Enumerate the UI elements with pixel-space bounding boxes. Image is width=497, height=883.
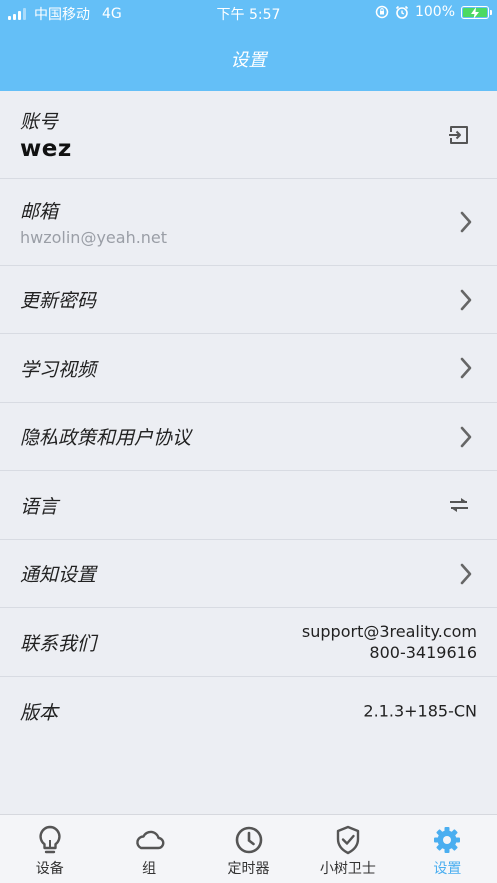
version-label: 版本 xyxy=(20,701,59,724)
cloud-icon xyxy=(136,830,165,850)
alarm-icon xyxy=(395,5,409,19)
email-label: 邮箱 xyxy=(20,201,59,223)
tab-timers[interactable]: 定时器 xyxy=(199,815,298,883)
clock-icon xyxy=(235,826,262,854)
update-password-row[interactable]: 更新密码 xyxy=(0,266,497,334)
status-bar: 中国移动 4G 下午 5:57 100% xyxy=(0,0,497,26)
header-bar: 中国移动 4G 下午 5:57 100% 设置 xyxy=(0,0,497,91)
learning-videos-row[interactable]: 学习视频 xyxy=(0,334,497,403)
chevron-right-icon xyxy=(460,289,472,310)
chevron-right-icon xyxy=(460,426,472,447)
language-label: 语言 xyxy=(20,495,59,518)
tab-guardian[interactable]: 小树卫士 xyxy=(298,815,397,883)
logout-icon[interactable] xyxy=(447,123,471,147)
tab-label: 小树卫士 xyxy=(319,861,376,877)
contact-details: support@3reality.com 800-3419616 xyxy=(302,621,477,663)
bottom-tab-bar: 设备 组 定时器 小树卫士 设置 xyxy=(0,814,497,883)
contact-us-row[interactable]: 联系我们 support@3reality.com 800-3419616 xyxy=(0,608,497,677)
tab-label: 设备 xyxy=(35,861,64,877)
chevron-right-icon xyxy=(460,357,472,379)
tab-label: 设置 xyxy=(433,861,462,877)
support-phone[interactable]: 800-3419616 xyxy=(302,642,477,663)
notification-settings-label: 通知设置 xyxy=(20,564,97,586)
notification-settings-row[interactable]: 通知设置 xyxy=(0,540,497,608)
account-name: wez xyxy=(20,136,72,162)
privacy-policy-label: 隐私政策和用户协议 xyxy=(20,427,192,449)
account-row: 账号 wez xyxy=(0,91,497,179)
page-title: 设置 xyxy=(230,50,267,71)
version-value: 2.1.3+185-CN xyxy=(363,701,477,721)
battery-percent: 100% xyxy=(414,4,455,20)
tab-devices[interactable]: 设备 xyxy=(0,815,99,883)
email-value: hwzolin@yeah.net xyxy=(20,228,168,247)
account-label: 账号 xyxy=(20,111,59,133)
privacy-policy-row[interactable]: 隐私政策和用户协议 xyxy=(0,403,497,471)
chevron-right-icon xyxy=(460,563,472,584)
tab-label: 定时器 xyxy=(227,861,270,877)
orientation-lock-icon xyxy=(375,5,389,19)
tab-label: 组 xyxy=(142,861,157,877)
language-row[interactable]: 语言 xyxy=(0,471,497,540)
support-email[interactable]: support@3reality.com xyxy=(302,621,477,642)
version-row: 版本 2.1.3+185-CN xyxy=(0,677,497,745)
email-row[interactable]: 邮箱 hwzolin@yeah.net xyxy=(0,179,497,266)
tab-settings[interactable]: 设置 xyxy=(398,815,497,883)
gear-icon xyxy=(434,827,461,853)
lightbulb-icon xyxy=(39,825,61,854)
update-password-label: 更新密码 xyxy=(20,290,97,312)
swap-arrows-icon[interactable] xyxy=(447,495,471,515)
shield-icon xyxy=(336,825,360,855)
settings-list: 账号 wez 邮箱 hwzolin@yeah.net 更新密码 学习视频 隐私政… xyxy=(0,91,497,745)
contact-us-label: 联系我们 xyxy=(20,632,97,655)
learning-videos-label: 学习视频 xyxy=(20,358,97,381)
tab-groups[interactable]: 组 xyxy=(99,815,198,883)
chevron-right-icon xyxy=(460,211,472,233)
battery-icon xyxy=(461,5,492,19)
